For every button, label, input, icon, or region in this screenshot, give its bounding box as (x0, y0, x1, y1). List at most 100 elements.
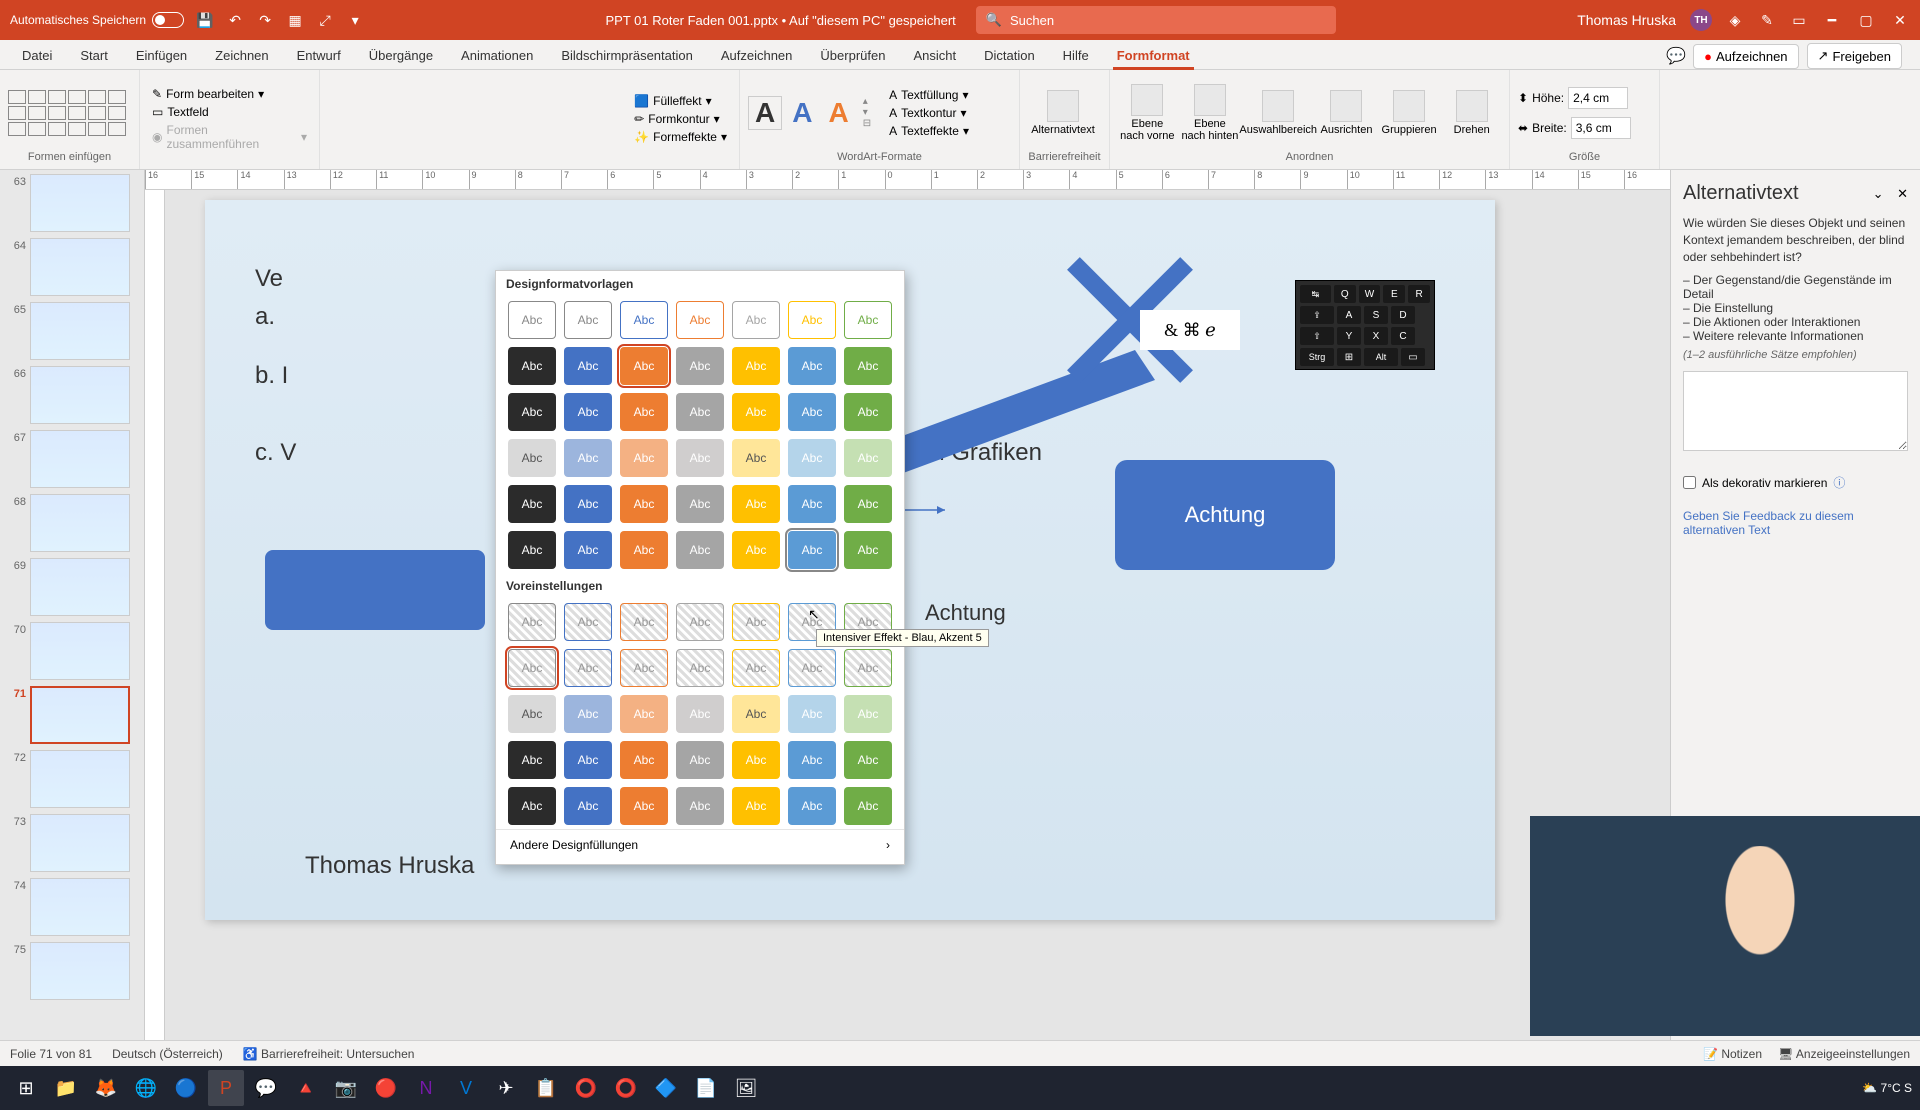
app-icon[interactable]: 📄 (688, 1070, 724, 1106)
tab-bildschirm[interactable]: Bildschirmpräsentation (547, 42, 707, 69)
tab-ansicht[interactable]: Ansicht (899, 42, 970, 69)
wordart-style[interactable]: A (822, 97, 854, 129)
style-swatch[interactable]: Abc (564, 531, 612, 569)
bring-forward-button[interactable]: Ebene nach vorne (1118, 84, 1177, 142)
header-icon[interactable]: ◈ (1726, 11, 1744, 29)
shape-style-gallery[interactable]: Designformatvorlagen AbcAbcAbcAbcAbcAbcA… (495, 270, 905, 865)
shapes-gallery[interactable] (8, 90, 126, 136)
style-swatch[interactable]: Abc (844, 649, 892, 687)
style-swatch[interactable]: Abc (620, 531, 668, 569)
selection-pane-button[interactable]: Auswahlbereich (1243, 90, 1313, 136)
tab-start[interactable]: Start (66, 42, 121, 69)
explorer-icon[interactable]: 📁 (48, 1070, 84, 1106)
style-swatch[interactable]: Abc (564, 347, 612, 385)
style-swatch[interactable]: Abc (676, 787, 724, 825)
chrome-icon[interactable]: 🌐 (128, 1070, 164, 1106)
style-swatch[interactable]: Abc (676, 393, 724, 431)
app-icon[interactable]: ⭕ (608, 1070, 644, 1106)
accessibility-status[interactable]: ♿ Barrierefreiheit: Untersuchen (243, 1047, 415, 1061)
autosave-toggle[interactable]: Automatisches Speichern (10, 12, 184, 28)
style-swatch[interactable]: Abc (844, 695, 892, 733)
style-swatch[interactable]: Abc (732, 649, 780, 687)
style-swatch[interactable]: Abc (732, 439, 780, 477)
powerpoint-icon[interactable]: P (208, 1070, 244, 1106)
thumbnail-slide[interactable]: 74 (4, 878, 140, 936)
style-swatch[interactable]: Abc (508, 485, 556, 523)
style-swatch[interactable]: Abc (788, 741, 836, 779)
tab-hilfe[interactable]: Hilfe (1049, 42, 1103, 69)
tab-animationen[interactable]: Animationen (447, 42, 547, 69)
style-swatch[interactable]: Abc (564, 603, 612, 641)
style-swatch[interactable]: Abc (620, 741, 668, 779)
style-swatch[interactable]: Abc (788, 485, 836, 523)
style-swatch[interactable]: Abc (508, 439, 556, 477)
vlc-icon[interactable]: 🔺 (288, 1070, 324, 1106)
search-input[interactable]: 🔍 Suchen (976, 6, 1336, 34)
style-swatch[interactable]: Abc (620, 301, 668, 339)
style-swatch[interactable]: Abc (620, 439, 668, 477)
width-input[interactable] (1571, 117, 1631, 139)
shape-outline-button[interactable]: ✏ Formkontur ▾ (630, 111, 731, 127)
undo-icon[interactable]: ↶ (226, 11, 244, 29)
header-icon[interactable]: ✎ (1758, 11, 1776, 29)
style-swatch[interactable]: Abc (508, 787, 556, 825)
app-icon[interactable]: V (448, 1070, 484, 1106)
height-input[interactable] (1568, 87, 1628, 109)
style-swatch[interactable]: Abc (844, 347, 892, 385)
thumbnail-slide[interactable]: 72 (4, 750, 140, 808)
edge-icon[interactable]: 🔵 (168, 1070, 204, 1106)
style-swatch[interactable]: Abc (732, 347, 780, 385)
style-swatch[interactable]: Abc (564, 741, 612, 779)
thumbnail-slide[interactable]: 67 (4, 430, 140, 488)
text-outline-button[interactable]: A Textkontur ▾ (885, 105, 973, 121)
chevron-down-icon[interactable]: ⌄ (1873, 186, 1884, 201)
signature-box[interactable]: & ⌘ ℯ (1140, 310, 1240, 350)
app-icon[interactable]: 🔷 (648, 1070, 684, 1106)
thumbnail-slide[interactable]: 64 (4, 238, 140, 296)
app-icon[interactable]: 💬 (248, 1070, 284, 1106)
record-button[interactable]: ●Aufzeichnen (1693, 44, 1798, 69)
thumbnail-slide[interactable]: 75 (4, 942, 140, 1000)
style-swatch[interactable]: Abc (508, 741, 556, 779)
tab-aufzeichnen[interactable]: Aufzeichnen (707, 42, 807, 69)
style-swatch[interactable]: Abc (732, 741, 780, 779)
style-swatch[interactable]: Abc (508, 301, 556, 339)
style-swatch[interactable]: Abc (564, 485, 612, 523)
style-swatch[interactable]: Abc (564, 787, 612, 825)
blue-rect[interactable] (265, 550, 485, 630)
style-swatch[interactable]: Abc (788, 347, 836, 385)
style-swatch[interactable]: Abc (564, 649, 612, 687)
style-swatch[interactable]: Abc (788, 695, 836, 733)
style-swatch[interactable]: Abc (676, 531, 724, 569)
style-swatch[interactable]: Abc (732, 485, 780, 523)
send-backward-button[interactable]: Ebene nach hinten (1181, 84, 1240, 142)
style-swatch[interactable]: Abc (788, 439, 836, 477)
app-icon[interactable]: 📋 (528, 1070, 564, 1106)
thumbnail-slide[interactable]: 71 (4, 686, 140, 744)
qat-more-icon[interactable]: ▾ (346, 11, 364, 29)
telegram-icon[interactable]: ✈ (488, 1070, 524, 1106)
edit-shape-button[interactable]: ✎ Form bearbeiten ▾ (148, 86, 311, 102)
alt-text-input[interactable] (1683, 371, 1908, 451)
style-swatch[interactable]: Abc (788, 531, 836, 569)
display-settings-button[interactable]: 🖥 Anzeigeeinstellungen (1778, 1047, 1910, 1061)
slide-thumbnails[interactable]: 63646566676869707172737475 (0, 170, 145, 1040)
app-icon[interactable]: 🖼 (728, 1070, 764, 1106)
tab-entwurf[interactable]: Entwurf (283, 42, 355, 69)
style-swatch[interactable]: Abc (676, 485, 724, 523)
style-swatch[interactable]: Abc (844, 741, 892, 779)
style-swatch[interactable]: Abc (620, 485, 668, 523)
tab-uebergaenge[interactable]: Übergänge (355, 42, 447, 69)
style-swatch[interactable]: Abc (676, 695, 724, 733)
style-swatch[interactable]: Abc (844, 301, 892, 339)
language-status[interactable]: Deutsch (Österreich) (112, 1047, 223, 1061)
header-icon[interactable]: ▭ (1790, 11, 1808, 29)
slide-count[interactable]: Folie 71 von 81 (10, 1047, 92, 1061)
style-swatch[interactable]: Abc (564, 695, 612, 733)
style-swatch[interactable]: Abc (676, 649, 724, 687)
onenote-icon[interactable]: N (408, 1070, 444, 1106)
shape-effects-button[interactable]: ✨ Formeffekte ▾ (630, 129, 731, 145)
thumbnail-slide[interactable]: 63 (4, 174, 140, 232)
style-swatch[interactable]: Abc (564, 439, 612, 477)
fill-effect-button[interactable]: 🟦 Fülleffekt ▾ (630, 93, 731, 109)
